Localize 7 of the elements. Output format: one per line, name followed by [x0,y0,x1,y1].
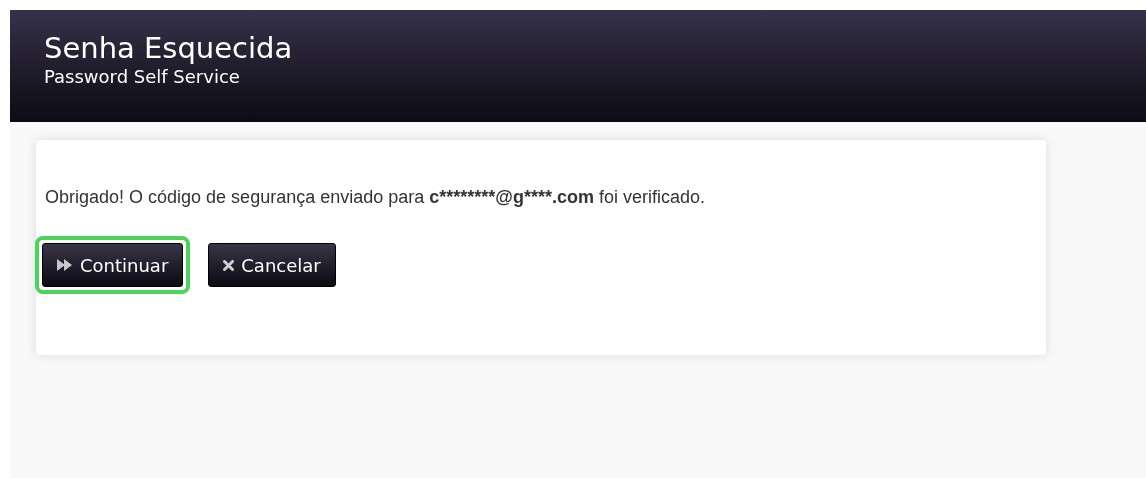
close-icon [223,259,235,271]
continue-button[interactable]: Continuar [42,243,184,287]
fast-forward-icon [57,259,73,271]
cancel-button[interactable]: Cancelar [208,243,336,287]
confirmation-message: Obrigado! O código de segurança enviado para c********@g****.com foi verificado. [45,186,706,209]
page-subtitle: Password Self Service [44,66,241,88]
page-title: Senha Esquecida [44,30,294,66]
